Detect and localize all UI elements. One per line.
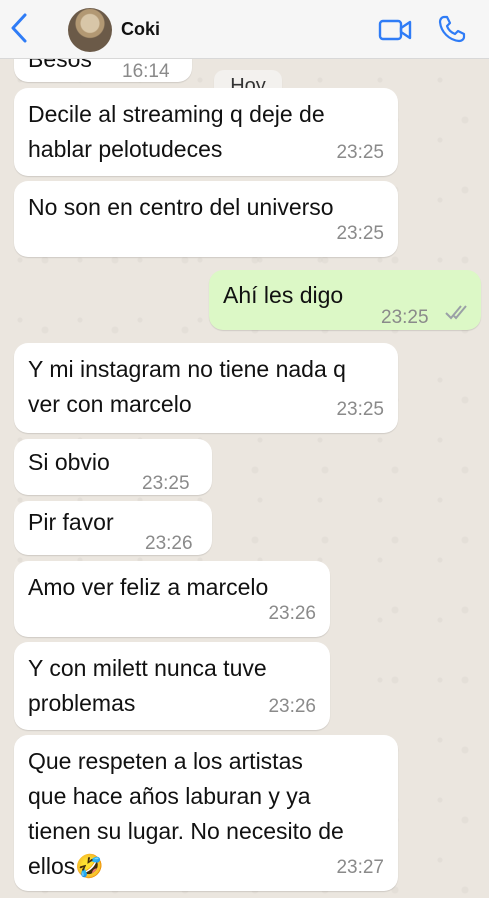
message-text-line: ver con marcelo	[28, 391, 192, 417]
chat-header: Coki	[0, 0, 489, 59]
message-time: 23:27	[336, 857, 384, 878]
message-text: Pir favor	[28, 509, 114, 535]
message-time: 23:25	[336, 399, 384, 420]
message-list[interactable]: Besos 16:14 Hoy Decile al streaming q de…	[0, 0, 489, 898]
message-text-line: hablar pelotudeces	[28, 136, 223, 162]
message-text-line: que hace años laburan y ya	[28, 783, 311, 809]
message-bubble-incoming[interactable]: Y mi instagram no tiene nada q ver con m…	[14, 343, 398, 433]
message-bubble-incoming[interactable]: Si obvio 23:25	[14, 439, 212, 495]
message-time: 23:26	[268, 696, 316, 717]
message-time: 23:25	[381, 307, 429, 328]
message-text-line: ellos🤣	[28, 853, 104, 879]
message-bubble-outgoing[interactable]: Ahí les digo 23:25	[209, 270, 481, 330]
phone-call-icon[interactable]	[437, 14, 467, 44]
message-bubble-incoming[interactable]: Decile al streaming q deje de hablar pel…	[14, 88, 398, 176]
message-time: 23:26	[145, 533, 193, 554]
message-bubble-incoming[interactable]: Amo ver feliz a marcelo 23:26	[14, 561, 330, 637]
message-time: 23:25	[336, 142, 384, 163]
message-time: 16:14	[122, 61, 170, 82]
message-text: Si obvio	[28, 449, 110, 475]
message-text: No son en centro del universo	[28, 194, 334, 220]
message-text: Ahí les digo	[223, 282, 344, 308]
message-bubble-incoming[interactable]: Pir favor 23:26	[14, 501, 212, 555]
video-call-icon[interactable]	[378, 18, 412, 42]
message-text-line: Que respeten a los artistas	[28, 748, 303, 774]
message-time: 23:25	[142, 473, 190, 494]
message-bubble-incoming[interactable]: Que respeten a los artistas que hace año…	[14, 735, 398, 891]
back-chevron-icon[interactable]	[8, 12, 30, 44]
message-bubble-incoming[interactable]: No son en centro del universo 23:25	[14, 181, 398, 257]
message-time: 23:26	[268, 603, 316, 624]
message-text-line: Y mi instagram no tiene nada q	[28, 356, 346, 382]
message-bubble-incoming[interactable]: Y con milett nunca tuve problemas 23:26	[14, 642, 330, 730]
contact-name[interactable]: Coki	[121, 19, 160, 40]
message-text-line: tienen su lugar. No necesito de	[28, 818, 344, 844]
message-time: 23:25	[336, 223, 384, 244]
message-text-line: Y con milett nunca tuve	[28, 655, 267, 681]
contact-avatar[interactable]	[68, 8, 112, 52]
double-check-icon	[445, 305, 467, 320]
message-text-line: Decile al streaming q deje de	[28, 101, 325, 127]
